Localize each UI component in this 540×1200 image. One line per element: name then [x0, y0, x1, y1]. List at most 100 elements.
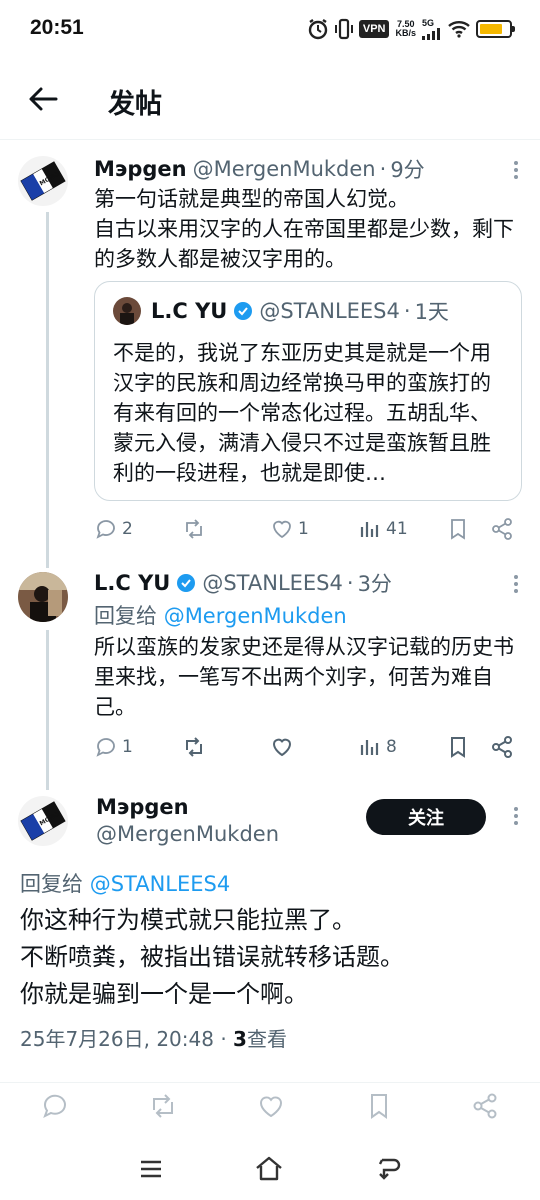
separator-dot: · — [379, 157, 387, 181]
quoted-author-handle: @STANLEES4 — [259, 299, 400, 323]
bookmark-button[interactable] — [446, 514, 470, 544]
quoted-tweet-time: 1天 — [414, 300, 449, 324]
reply-to-label: 回复给 — [94, 604, 164, 628]
author-handle[interactable]: @MergenMukden — [193, 157, 376, 181]
retweet-icon — [153, 1094, 173, 1118]
reply-to-link[interactable]: @MergenMukden — [164, 604, 347, 628]
bookmark-icon — [451, 737, 465, 758]
retweet-icon — [186, 519, 202, 539]
quoted-tweet-header: L.C YU @STANLEES4 · 1天 — [113, 296, 449, 326]
tweet-text-line: 自古以来用汉字的人在帝国里都是少数，剩下的多数人都是被汉字用的。 — [94, 217, 514, 271]
share-icon — [492, 518, 512, 540]
like-button[interactable]: 1 — [270, 514, 309, 544]
heart-icon — [273, 520, 291, 539]
tweet-time: 3分 — [357, 572, 392, 596]
menu-icon[interactable] — [136, 1154, 166, 1184]
battery-icon — [476, 20, 515, 38]
more-options-icon[interactable] — [514, 572, 518, 596]
views-chart-icon — [360, 522, 379, 537]
thread-line — [46, 784, 49, 790]
home-icon[interactable] — [254, 1154, 284, 1184]
share-button[interactable] — [470, 1091, 500, 1121]
views-label[interactable]: 查看 — [247, 1027, 287, 1051]
eraser-avatar-icon: MONO — [18, 156, 68, 206]
tweet-text: 所以蛮族的发家史还是得从汉字记载的历史书里来找，一笔写不出两个刘字，何苦为难自己… — [94, 635, 514, 719]
reply-to-line: 回复给 @MergenMukden — [94, 600, 347, 630]
page-title: 发帖 — [108, 89, 162, 120]
signal-icon — [422, 27, 440, 40]
like-button[interactable] — [256, 1091, 286, 1121]
more-options-icon[interactable] — [514, 804, 518, 828]
back-icon[interactable] — [374, 1154, 404, 1184]
quoted-author-name: L.C YU — [151, 299, 228, 323]
follow-button[interactable]: 关注 — [366, 799, 486, 835]
share-icon — [473, 1093, 497, 1119]
views-button[interactable]: 41 — [358, 514, 408, 544]
tweet-text-line: 第一句话就是典型的帝国人幻觉。 — [94, 187, 409, 211]
alarm-icon — [308, 19, 328, 40]
main-author-name[interactable]: Мэрgen — [96, 795, 189, 819]
quoted-tweet-text: 不是的，我说了东亚历史其是就是一个用汉字的民族和周边经常换马甲的蛮族打的有来有回… — [113, 341, 491, 485]
reply-button[interactable] — [40, 1091, 70, 1121]
tweet-actions: 1 8 — [94, 732, 524, 762]
main-tweet-text-line: 不断喷粪，被指出错误就转移话题。 — [20, 943, 404, 971]
retweet-icon — [186, 737, 202, 757]
views-chart-icon — [360, 740, 379, 755]
share-icon — [492, 736, 512, 758]
tweet-actions: 2 1 41 — [94, 514, 524, 544]
back-arrow-icon[interactable] — [26, 82, 60, 116]
network-type: 5G — [422, 17, 435, 28]
main-reply-to-line: 回复给 @STANLEES4 — [20, 868, 230, 898]
views-count: 3 — [233, 1027, 247, 1051]
like-button[interactable] — [270, 732, 298, 762]
main-tweet-actions — [0, 1082, 540, 1130]
bookmark-button[interactable] — [364, 1091, 394, 1121]
app-header: 发帖 — [0, 58, 540, 140]
main-tweet-text: 你这种行为模式就只能拉黑了。 不断喷粪，被指出错误就转移话题。 你就是骗到一个是… — [20, 902, 520, 1013]
avatar-mergen[interactable]: MONO — [18, 156, 68, 206]
avatar-lcyu[interactable] — [18, 572, 68, 622]
bookmark-button[interactable] — [446, 732, 470, 762]
main-tweet-text-line: 你就是骗到一个是一个啊。 — [20, 980, 308, 1008]
share-button[interactable] — [490, 732, 514, 762]
author-name[interactable]: L.C YU — [94, 571, 170, 595]
verified-badge-icon — [234, 302, 253, 320]
tweet-text: 第一句话就是典型的帝国人幻觉。 自古以来用汉字的人在帝国里都是少数，剩下的多数人… — [94, 184, 524, 274]
tweet-time: 9分 — [390, 158, 425, 182]
main-author-handle[interactable]: @MergenMukden — [96, 822, 279, 846]
main-tweet-text-line: 你这种行为模式就只能拉黑了。 — [20, 906, 356, 934]
bookmark-icon — [371, 1094, 387, 1119]
bookmark-icon — [451, 519, 465, 540]
tweet-2[interactable]: L.C YU @STANLEES4 · 3分 回复给 @MergenMukden… — [0, 560, 540, 784]
reply-icon — [96, 738, 115, 757]
reply-to-link[interactable]: @STANLEES4 — [90, 872, 231, 896]
retweet-button[interactable] — [182, 514, 210, 544]
system-nav-bar — [0, 1140, 540, 1200]
thread-line — [46, 212, 49, 560]
heart-icon — [272, 738, 292, 757]
status-bar: 20:51 VPN 7.50 KB/s 5G — [0, 0, 540, 58]
retweet-button[interactable] — [182, 732, 210, 762]
vibrate-icon — [334, 18, 353, 40]
author-handle[interactable]: @STANLEES4 — [202, 571, 343, 595]
thread-line — [46, 630, 49, 784]
vpn-badge: VPN — [358, 20, 390, 38]
more-options-icon[interactable] — [514, 158, 518, 182]
views-count: 8 — [386, 737, 397, 757]
retweet-button[interactable] — [148, 1091, 178, 1121]
tweet-header: L.C YU @STANLEES4 · 3分 — [94, 568, 392, 598]
reply-icon — [96, 520, 115, 539]
avatar-mergen-main[interactable]: MONO — [18, 796, 68, 846]
share-button[interactable] — [490, 514, 514, 544]
reply-button[interactable]: 1 — [94, 732, 133, 762]
tweet-1[interactable]: MONO Мэрgen @MergenMukden · 9分 第一句话就是典型的… — [0, 140, 540, 560]
author-name[interactable]: Мэрgen — [94, 157, 187, 181]
main-tweet-date: 25年7月26日, 20:48 · 3查看 — [20, 1023, 287, 1052]
views-button[interactable]: 8 — [358, 732, 397, 762]
verified-badge-icon — [177, 574, 196, 592]
status-time: 20:51 — [30, 16, 84, 39]
avatar-lcyu-small — [113, 297, 141, 325]
quoted-tweet[interactable]: L.C YU @STANLEES4 · 1天 不是的，我说了东亚历史其是就是一个… — [94, 281, 522, 501]
status-icons: VPN 7.50 KB/s 5G — [307, 16, 515, 42]
reply-button[interactable]: 2 — [94, 514, 133, 544]
